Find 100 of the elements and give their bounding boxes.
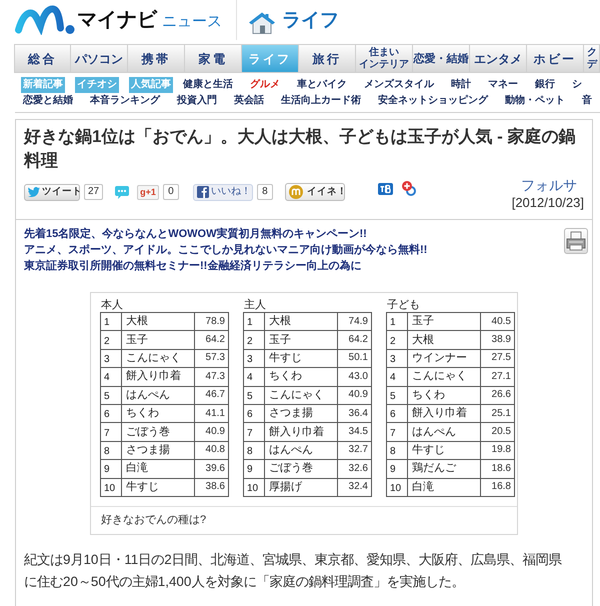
table-cell: ごぼう巻: [122, 422, 194, 442]
table-cell: 5: [244, 386, 264, 404]
printer-icon[interactable]: [564, 228, 588, 254]
nav-tab[interactable]: 恋愛・結婚: [413, 44, 470, 73]
table-cell: 1: [100, 312, 122, 331]
ad-link[interactable]: アニメ、スポーツ、アイドル。ここでしか見れないマニア向け動画が今なら無料!!: [24, 242, 428, 258]
brand-name: マイナビ: [77, 8, 157, 33]
table-cell: 20.5: [480, 422, 514, 442]
table-heading: 子ども: [386, 299, 421, 312]
category-link[interactable]: 英会話: [234, 92, 264, 108]
table-cell: はんぺん: [122, 386, 194, 404]
table-cell: 25.1: [480, 404, 514, 423]
nav-tab[interactable]: 住まい インテリア: [356, 44, 413, 73]
share-count: 27: [84, 184, 104, 200]
bird-icon: [28, 187, 40, 197]
publish-date: [2012/10/23]: [512, 194, 584, 211]
table-cell: 餅入り巾着: [122, 368, 194, 386]
brand-suffix: ニュース: [162, 12, 222, 32]
share-count: 0: [162, 184, 179, 200]
table-cell: はんぺん: [264, 441, 338, 460]
table-cell: 32.4: [338, 478, 372, 496]
category-link[interactable]: 音: [582, 92, 592, 108]
nav-tab[interactable]: ホビー: [527, 44, 584, 73]
author-link[interactable]: フォルサ: [521, 177, 584, 194]
category-link[interactable]: 安全ネットショッピング: [378, 92, 488, 108]
table-cell: 47.3: [194, 368, 228, 386]
category-link[interactable]: 銀行: [535, 77, 555, 92]
category-link[interactable]: 時計: [451, 77, 471, 92]
table-cell: 3: [100, 349, 122, 368]
plusone-button[interactable]: g+1: [137, 184, 159, 200]
table-cell: ちくわ: [408, 386, 480, 404]
table-cell: 7: [244, 422, 264, 442]
table-cell: 8: [386, 441, 408, 460]
table-cell: 大根: [408, 330, 480, 350]
table-cell: さつま揚: [264, 404, 338, 423]
table-cell: 鶏だんご: [408, 460, 480, 478]
ad-link[interactable]: 先着15名限定、今ならなんとWOWOW実質初月無料のキャンペーン!!: [24, 226, 428, 242]
category-link[interactable]: メンズスタイル: [364, 77, 434, 92]
table-cell: 4: [100, 368, 122, 386]
wave-logo-icon: [14, 5, 76, 35]
table-cell: 5: [100, 386, 122, 404]
category-link[interactable]: 投資入門: [177, 92, 217, 108]
mixi-like-button[interactable]: イイネ！: [284, 183, 345, 201]
table-cell: 32.6: [338, 460, 372, 478]
nav-tab[interactable]: エンタメ: [470, 44, 527, 73]
tile-icon[interactable]: [378, 183, 393, 195]
table-cell: 玉子: [264, 330, 338, 350]
plus-badge-icon[interactable]: [402, 181, 416, 196]
nav-tab[interactable]: 旅行: [299, 44, 356, 73]
table-cell: 26.6: [480, 386, 514, 404]
category-link[interactable]: 健康と生活: [183, 77, 233, 92]
table-cell: 10: [244, 478, 264, 496]
category-link[interactable]: シ: [572, 77, 582, 92]
nav-tab[interactable]: 家電: [185, 44, 242, 73]
table-cell: こんにゃく: [408, 368, 480, 386]
table-cell: 43.0: [338, 368, 372, 386]
table-cell: ウインナー: [408, 349, 480, 368]
category-link[interactable]: 恋愛と結婚: [23, 92, 73, 108]
table-cell: 餅入り巾着: [408, 404, 480, 423]
table-cell: 牛すじ: [408, 441, 480, 460]
table-cell: 32.7: [338, 441, 372, 460]
table-cell: 38.6: [194, 478, 228, 496]
table-cell: 白滝: [122, 460, 194, 478]
category-link[interactable]: マネー: [488, 77, 518, 92]
table-cell: 3: [386, 349, 408, 368]
category-link[interactable]: 本音ランキング: [90, 92, 160, 108]
category-link[interactable]: 生活向上カード術: [281, 92, 361, 108]
article-paragraph: 紀文は9月10日・11日の2日間、北海道、宮城県、東京都、愛知県、大阪府、広島県、福岡県に住む20～50代の主婦1,400人を対象に「家庭の鍋料理調査」を実施した。: [23, 550, 563, 591]
table-cell: 5: [386, 386, 408, 404]
table-cell: 白滝: [408, 478, 480, 496]
table-cell: 大根: [122, 312, 194, 331]
table-cell: 1: [244, 312, 264, 331]
table-cell: 6: [100, 404, 122, 423]
table-cell: 4: [386, 368, 408, 386]
table-cell: 18.6: [480, 460, 514, 478]
table-cell: 50.1: [338, 349, 372, 368]
table-cell: 10: [386, 478, 408, 496]
table-cell: 41.1: [194, 404, 228, 423]
table-cell: 16.8: [480, 478, 514, 496]
category-link[interactable]: グルメ: [250, 77, 280, 92]
ad-link[interactable]: 東京証券取引所開催の無料セミナー!!金融経済リテラシー向上の為に: [24, 258, 428, 274]
table-cell: 27.5: [480, 349, 514, 368]
category-link[interactable]: 車とバイク: [297, 77, 347, 92]
nav-tab[interactable]: ク デ: [584, 44, 600, 73]
house-icon: [249, 12, 275, 34]
nav-tab[interactable]: 総合: [14, 44, 71, 73]
table-cell: 9: [244, 460, 264, 478]
table-cell: はんぺん: [408, 422, 480, 442]
table-cell: 8: [100, 441, 122, 460]
nav-tab[interactable]: 携帯: [128, 44, 185, 73]
nav-tab[interactable]: パソコン: [71, 44, 128, 73]
table-cell: 玉子: [408, 312, 480, 331]
table-cell: 19.8: [480, 441, 514, 460]
table-cell: 7: [386, 422, 408, 442]
like-button[interactable]: いいね！: [192, 184, 253, 200]
category-link[interactable]: 動物・ペット: [505, 92, 565, 108]
circle-logo-icon: [288, 185, 303, 199]
tweet-button[interactable]: ツイート: [24, 184, 80, 200]
table-cell: 36.4: [338, 404, 372, 423]
square-logo-icon: [196, 186, 209, 198]
